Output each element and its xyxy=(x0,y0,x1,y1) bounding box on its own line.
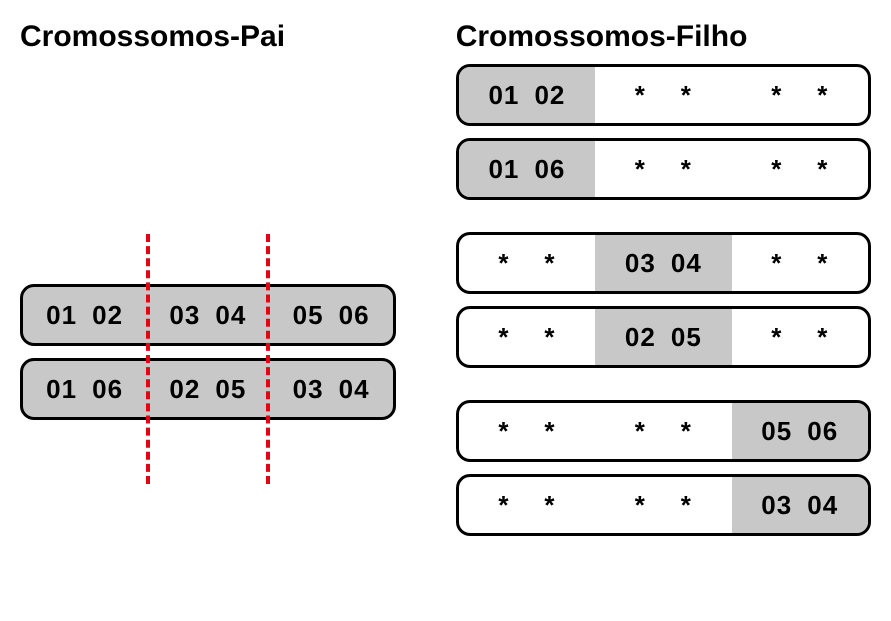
gene-segment: ** xyxy=(459,235,595,291)
gene-segment: 03 04 xyxy=(269,361,392,417)
gene-segment: 01 06 xyxy=(23,361,146,417)
gene-segment: ** xyxy=(459,477,595,533)
gene-cell: * xyxy=(487,248,521,279)
child-column: Cromossomos-Filho 0102****0106******0304… xyxy=(456,20,871,548)
gene-cell: 06 xyxy=(91,374,125,405)
gene-cell: * xyxy=(623,490,657,521)
gene-segment: ** xyxy=(732,235,868,291)
gene-cell: 05 xyxy=(669,322,703,353)
child-chromosome: 0106**** xyxy=(456,138,871,200)
gene-cell: 05 xyxy=(214,374,248,405)
gene-segment: 01 02 xyxy=(23,287,146,343)
gene-segment: ** xyxy=(595,67,731,123)
diagram-root: Cromossomos-Pai 01 02 03 04 05 06 xyxy=(20,20,871,548)
gene-cell: 05 xyxy=(291,300,325,331)
gene-cell: 06 xyxy=(806,416,840,447)
gene-cell: 04 xyxy=(806,490,840,521)
child-chromosome: 0102**** xyxy=(456,64,871,126)
gene-cell: * xyxy=(487,416,521,447)
child-chromosomes: 0102****0106******0304****0205******0506… xyxy=(456,64,871,548)
parent-column: Cromossomos-Pai 01 02 03 04 05 06 xyxy=(20,20,396,548)
gene-cell: 04 xyxy=(669,248,703,279)
gene-cell: 04 xyxy=(337,374,371,405)
gene-cell: * xyxy=(760,322,794,353)
child-chromosome: ****0304 xyxy=(456,474,871,536)
gene-cell: 02 xyxy=(91,300,125,331)
gene-segment: ** xyxy=(732,67,868,123)
gene-cell: * xyxy=(806,154,840,185)
cut-line-2 xyxy=(266,234,270,484)
gene-cell: 02 xyxy=(168,374,202,405)
gene-cell: 01 xyxy=(45,300,79,331)
child-title: Cromossomos-Filho xyxy=(456,20,871,54)
gene-segment: ** xyxy=(595,477,731,533)
gene-cell: * xyxy=(760,154,794,185)
child-chromosome: **0205** xyxy=(456,306,871,368)
gene-cell: 03 xyxy=(291,374,325,405)
gene-cell: * xyxy=(623,416,657,447)
gene-segment: 05 06 xyxy=(269,287,392,343)
cut-line-1 xyxy=(146,234,150,484)
gene-cell: * xyxy=(669,490,703,521)
gene-segment: ** xyxy=(595,141,731,197)
gene-cell: 01 xyxy=(487,154,521,185)
gene-cell: 06 xyxy=(337,300,371,331)
parent-chromosome-2: 01 06 02 05 03 04 xyxy=(20,358,396,420)
gene-cell: * xyxy=(533,416,567,447)
gene-cell: * xyxy=(806,322,840,353)
parent-chromosomes: 01 02 03 04 05 06 01 06 02 xyxy=(20,284,396,432)
gene-cell: * xyxy=(669,416,703,447)
gene-cell: * xyxy=(533,322,567,353)
gene-cell: 03 xyxy=(623,248,657,279)
gene-cell: * xyxy=(533,248,567,279)
child-chromosome: ****0506 xyxy=(456,400,871,462)
gene-cell: * xyxy=(623,80,657,111)
gene-segment: 03 04 xyxy=(595,235,731,291)
gene-cell: 01 xyxy=(487,80,521,111)
gene-cell: * xyxy=(487,322,521,353)
gene-segment: 03 04 xyxy=(732,477,868,533)
gene-segment: ** xyxy=(459,403,595,459)
gene-cell: 02 xyxy=(623,322,657,353)
gene-segment: 02 05 xyxy=(595,309,731,365)
gene-cell: * xyxy=(669,154,703,185)
gene-cell: * xyxy=(760,80,794,111)
gene-segment: 01 02 xyxy=(459,67,595,123)
gene-segment: 01 06 xyxy=(459,141,595,197)
gene-cell: 06 xyxy=(533,154,567,185)
gene-cell: 03 xyxy=(760,490,794,521)
gene-cell: * xyxy=(760,248,794,279)
parent-chromosome-1: 01 02 03 04 05 06 xyxy=(20,284,396,346)
gene-segment: 03 04 xyxy=(146,287,269,343)
child-chromosome: **0304** xyxy=(456,232,871,294)
gene-cell: 02 xyxy=(533,80,567,111)
gene-cell: * xyxy=(806,80,840,111)
gene-cell: 01 xyxy=(45,374,79,405)
gene-segment: ** xyxy=(732,309,868,365)
gene-segment: ** xyxy=(732,141,868,197)
gene-cell: * xyxy=(806,248,840,279)
gene-segment: ** xyxy=(459,309,595,365)
gene-cell: * xyxy=(623,154,657,185)
parent-title: Cromossomos-Pai xyxy=(20,20,396,54)
gene-cell: * xyxy=(487,490,521,521)
gene-cell: * xyxy=(533,490,567,521)
gene-segment: ** xyxy=(595,403,731,459)
gene-cell: 03 xyxy=(168,300,202,331)
gene-segment: 02 05 xyxy=(146,361,269,417)
gene-cell: 05 xyxy=(760,416,794,447)
gene-cell: 04 xyxy=(214,300,248,331)
gene-segment: 05 06 xyxy=(732,403,868,459)
gene-cell: * xyxy=(669,80,703,111)
